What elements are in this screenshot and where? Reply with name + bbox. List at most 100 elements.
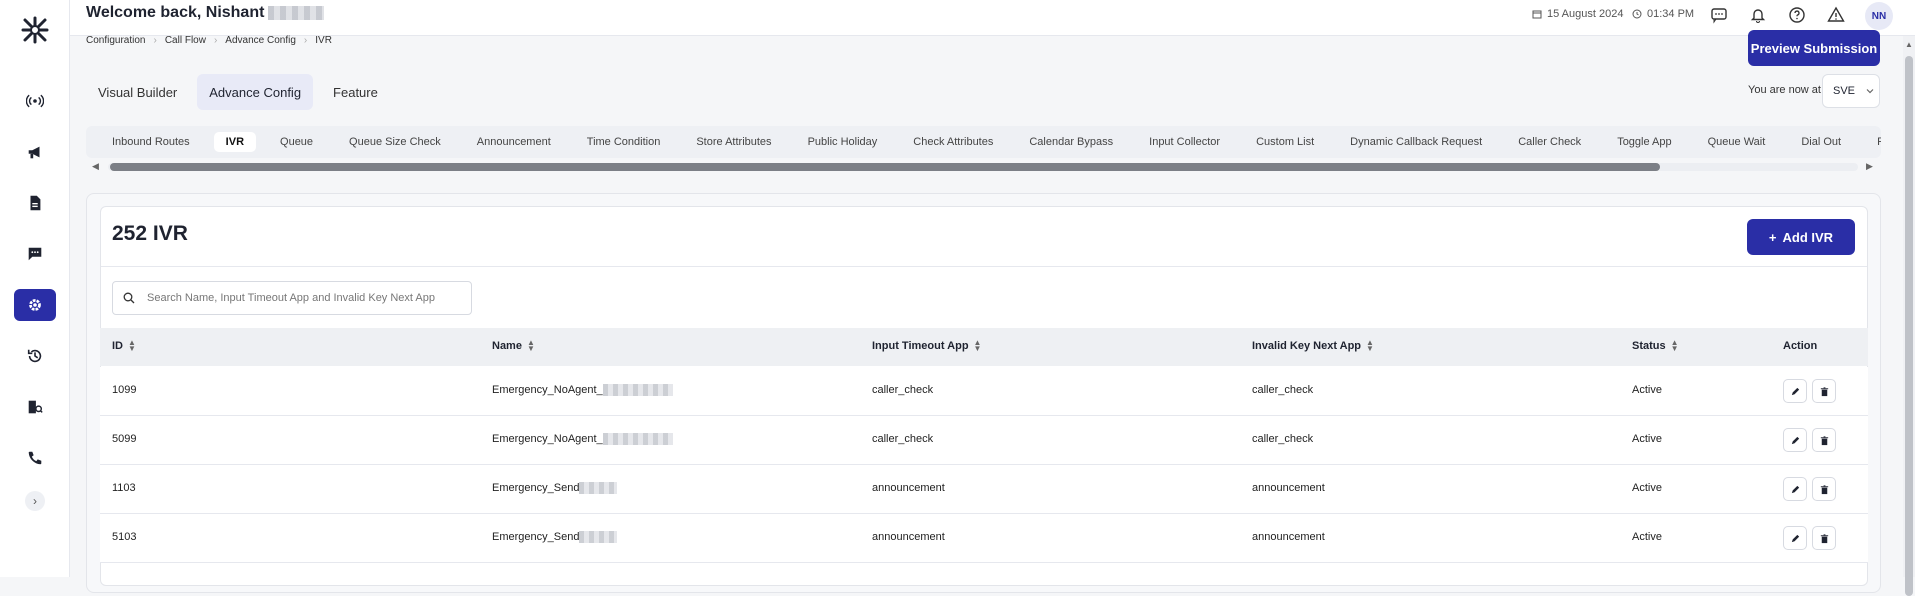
search-icon [123, 292, 135, 304]
ivr-count-title: 252 IVR [112, 222, 188, 245]
table-header: ID ▲ ▼ Name ▲ ▼ Input Timeout App ▲ ▼ Invalid … [100, 328, 1868, 366]
edit-button[interactable] [1783, 379, 1807, 403]
column-header-action: Action [1783, 340, 1818, 352]
column-header-id[interactable]: ID ▲ ▼ [112, 339, 136, 353]
edit-button[interactable] [1783, 477, 1807, 501]
scroll-right-arrow-icon[interactable]: ▶ [1866, 161, 1873, 172]
subtab-calendar-bypass[interactable]: Calendar Bypass [1011, 132, 1131, 152]
cell-name: Emergency_Send [492, 482, 618, 495]
pencil-icon [1791, 485, 1799, 493]
cell-id: 5099 [112, 433, 137, 445]
delete-button[interactable] [1812, 379, 1836, 403]
subtab-dynamic-callback-request[interactable]: Dynamic Callback Request [1332, 132, 1500, 152]
subtab-public-holiday[interactable]: Public Holiday [790, 132, 896, 152]
subtab-repeated[interactable]: Repeated [1859, 132, 1881, 152]
location-label: You are now at [1748, 84, 1821, 96]
nav-history-icon[interactable] [14, 340, 56, 372]
subtab-caller-check[interactable]: Caller Check [1500, 132, 1599, 152]
subtabs-scroll-thumb[interactable] [110, 163, 1660, 171]
cell-status: Active [1632, 531, 1662, 543]
nav-settings-icon[interactable] [14, 289, 56, 321]
redacted-name [268, 5, 325, 20]
subtab-ivr[interactable]: IVR [213, 132, 257, 152]
subtab-queue-wait[interactable]: Queue Wait [1690, 132, 1784, 152]
time-display: 01:34 PM [1632, 8, 1694, 20]
notification-bell-icon[interactable] [1747, 4, 1769, 26]
delete-button[interactable] [1812, 526, 1836, 550]
location-select[interactable]: SVE [1822, 74, 1880, 108]
sidebar-expand-chevron-icon[interactable]: › [25, 491, 45, 511]
cell-status: Active [1632, 384, 1662, 396]
redacted-text [579, 482, 618, 495]
breadcrumb-call-flow[interactable]: Call Flow [165, 35, 206, 46]
preview-submission-button[interactable]: Preview Submission [1748, 30, 1880, 66]
subtab-store-attributes[interactable]: Store Attributes [678, 132, 789, 152]
subtab-dial-out[interactable]: Dial Out [1783, 132, 1859, 152]
cell-input-timeout-app: announcement [872, 482, 945, 494]
user-avatar[interactable]: NN [1865, 2, 1893, 30]
welcome-message: Welcome back, Nishant [86, 4, 325, 22]
subtab-queue-size-check[interactable]: Queue Size Check [331, 132, 459, 152]
cell-input-timeout-app: caller_check [872, 433, 934, 445]
column-header-invalid-key-next-app[interactable]: Invalid Key Next App ▲ ▼ [1252, 339, 1374, 353]
app-logo[interactable] [20, 15, 50, 45]
subtab-time-condition[interactable]: Time Condition [569, 132, 679, 152]
nav-report-search-icon[interactable] [14, 391, 56, 423]
alert-warning-icon[interactable] [1825, 4, 1847, 26]
messages-icon[interactable] [1708, 4, 1730, 26]
delete-button[interactable] [1812, 477, 1836, 501]
add-ivr-label: Add IVR [1782, 229, 1834, 245]
sub-tabs: Inbound Routes IVR Queue Queue Size Chec… [86, 126, 1881, 158]
subtab-inbound-routes[interactable]: Inbound Routes [94, 132, 208, 152]
column-header-input-timeout-app[interactable]: Input Timeout App ▲ ▼ [872, 339, 981, 353]
subtab-custom-list[interactable]: Custom List [1238, 132, 1332, 152]
tab-visual-builder[interactable]: Visual Builder [86, 74, 189, 110]
tab-advance-config[interactable]: Advance Config [197, 74, 314, 110]
redacted-text [602, 384, 673, 397]
redacted-text [602, 433, 673, 446]
page-scrollbar-thumb[interactable] [1905, 56, 1913, 596]
nav-document-icon[interactable] [14, 187, 56, 219]
sort-icon: ▲ ▼ [1670, 338, 1679, 353]
edit-button[interactable] [1783, 526, 1807, 550]
subtab-announcement[interactable]: Announcement [459, 132, 569, 152]
calendar-icon [1532, 10, 1542, 19]
cell-invalid-key-next-app: caller_check [1252, 433, 1314, 445]
breadcrumb-separator: › [303, 35, 308, 46]
search-input[interactable] [147, 292, 457, 304]
help-icon[interactable] [1786, 4, 1808, 26]
column-header-status[interactable]: Status ▲ ▼ [1632, 338, 1679, 353]
subtabs-scrollbar[interactable]: ◀ ▶ [90, 161, 1880, 173]
cell-invalid-key-next-app: announcement [1252, 531, 1325, 543]
scroll-up-arrow-icon[interactable]: ▲ [1905, 40, 1913, 49]
subtab-queue[interactable]: Queue [262, 132, 331, 152]
delete-button[interactable] [1812, 428, 1836, 452]
breadcrumb-ivr: IVR [315, 35, 332, 46]
table-row: 5099 Emergency_NoAgent_ caller_check cal… [100, 416, 1868, 465]
column-header-name[interactable]: Name ▲ ▼ [492, 339, 535, 353]
cell-status: Active [1632, 482, 1662, 494]
subtab-toggle-app[interactable]: Toggle App [1599, 132, 1689, 152]
add-ivr-button[interactable]: + Add IVR [1747, 219, 1855, 255]
nav-megaphone-icon[interactable] [14, 136, 56, 168]
page-scrollbar[interactable]: ▲ [1903, 36, 1915, 596]
cell-input-timeout-app: caller_check [872, 384, 934, 396]
breadcrumb: Configuration › Call Flow › Advance Conf… [86, 35, 332, 46]
tab-feature[interactable]: Feature [321, 74, 390, 110]
sidebar: › [0, 0, 70, 577]
subtab-check-attributes[interactable]: Check Attributes [895, 132, 1011, 152]
breadcrumb-configuration[interactable]: Configuration [86, 35, 145, 46]
cell-invalid-key-next-app: caller_check [1252, 384, 1314, 396]
chevron-down-icon [1866, 89, 1874, 94]
breadcrumb-advance-config[interactable]: Advance Config [225, 35, 296, 46]
subtab-input-collector[interactable]: Input Collector [1131, 132, 1238, 152]
edit-button[interactable] [1783, 428, 1807, 452]
nav-broadcast-icon[interactable] [14, 85, 56, 117]
cell-name: Emergency_Send [492, 531, 618, 544]
cell-id: 5103 [112, 531, 137, 543]
nav-chat-icon[interactable] [14, 238, 56, 270]
cell-status: Active [1632, 433, 1662, 445]
nav-phone-icon[interactable] [14, 442, 56, 474]
scroll-left-arrow-icon[interactable]: ◀ [92, 161, 99, 172]
table-row: 1099 Emergency_NoAgent_ caller_check cal… [100, 367, 1868, 416]
